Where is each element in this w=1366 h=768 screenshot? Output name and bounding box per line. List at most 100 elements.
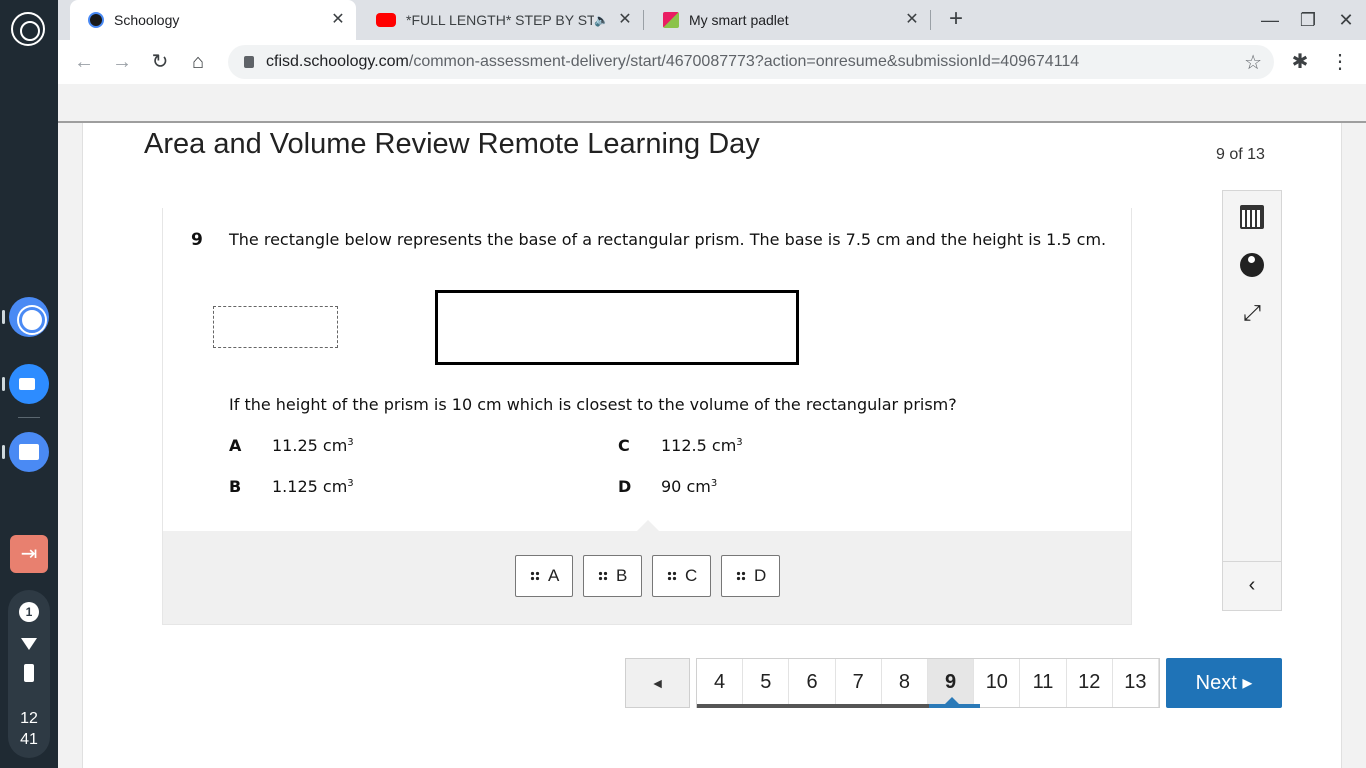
- page-button-11[interactable]: 11: [1020, 659, 1067, 707]
- visited-progress-bar: [697, 704, 929, 708]
- close-tab-icon[interactable]: ✕: [615, 10, 635, 30]
- drag-handle-icon: [598, 571, 608, 581]
- tab-title: Schoology: [114, 12, 180, 28]
- option-value: 11.25 cm: [272, 436, 348, 455]
- schoology-icon: [88, 12, 104, 28]
- sidebar-divider: [1223, 561, 1281, 562]
- previous-question-button[interactable]: ◄: [625, 658, 690, 708]
- launcher-icon[interactable]: [11, 12, 45, 46]
- tab-schoology[interactable]: Schoology ✕: [70, 0, 356, 40]
- bookmark-star-icon[interactable]: ☆: [1244, 50, 1262, 75]
- drag-chip-b[interactable]: B: [583, 555, 642, 597]
- tab-title: My smart padlet: [689, 12, 789, 28]
- address-bar[interactable]: cfisd.schoology.com/common-assessment-de…: [228, 45, 1274, 79]
- tab-title: *FULL LENGTH* STEP BY ST: [406, 12, 595, 28]
- tab-padlet[interactable]: My smart padlet ✕: [645, 0, 930, 40]
- os-shelf: ⇥ 1 12 41: [0, 0, 58, 768]
- clock-minute: 41: [20, 731, 38, 748]
- page-button-6[interactable]: 6: [789, 659, 836, 707]
- clock: 12 41: [8, 708, 50, 750]
- wifi-icon: [21, 638, 37, 650]
- page-viewport: Area and Volume Review Remote Learning D…: [58, 84, 1366, 768]
- page-button-5[interactable]: 5: [743, 659, 790, 707]
- accessibility-icon[interactable]: [1240, 253, 1264, 277]
- padlet-icon: [663, 12, 679, 28]
- minimize-icon[interactable]: —: [1258, 8, 1282, 32]
- chip-label: B: [616, 566, 628, 585]
- files-app-icon[interactable]: [9, 432, 49, 472]
- question-progress: 9 of 13: [1216, 146, 1265, 163]
- extensions-icon[interactable]: ✱: [1286, 48, 1314, 76]
- drag-choice-tray: A B C D: [163, 520, 1131, 624]
- status-tray[interactable]: 1 12 41: [8, 590, 50, 758]
- lock-icon[interactable]: [244, 56, 254, 68]
- audio-playing-icon[interactable]: 🔈: [594, 13, 609, 27]
- tab-separator: [643, 10, 644, 30]
- page-button-8[interactable]: 8: [882, 659, 929, 707]
- drag-handle-icon: [667, 571, 677, 581]
- current-page-pointer: [945, 697, 960, 704]
- browser-menu-icon[interactable]: ⋮: [1326, 48, 1354, 76]
- chip-label: A: [548, 566, 560, 585]
- tab-strip: Schoology ✕ *FULL LENGTH* STEP BY ST 🔈 ✕…: [58, 0, 1366, 40]
- new-tab-button[interactable]: +: [944, 7, 968, 32]
- shelf-divider: [18, 417, 40, 418]
- question-number: 9: [191, 230, 203, 250]
- question-stem: The rectangle below represents the base …: [229, 230, 1107, 249]
- chip-label: D: [754, 566, 767, 585]
- option-letter: A: [229, 436, 242, 455]
- unit-exponent: 3: [347, 437, 354, 448]
- battery-icon: [24, 664, 34, 682]
- drag-chip-a[interactable]: A: [515, 555, 573, 597]
- question-card: 9 The rectangle below represents the bas…: [162, 208, 1132, 625]
- tray-pointer: [637, 520, 659, 531]
- reload-icon[interactable]: ↻: [146, 48, 174, 76]
- assessment-title: Area and Volume Review Remote Learning D…: [144, 128, 760, 160]
- page-button-13[interactable]: 13: [1113, 659, 1160, 707]
- clock-hour: 12: [20, 710, 38, 727]
- running-indicator: [2, 377, 5, 391]
- option-letter: D: [618, 477, 632, 496]
- youtube-icon: [376, 13, 396, 27]
- calculator-icon[interactable]: [1240, 205, 1264, 229]
- drag-chip-d[interactable]: D: [721, 555, 780, 597]
- option-value: 112.5 cm: [661, 436, 737, 455]
- tools-sidebar: ⤢ ‹: [1222, 190, 1282, 611]
- prism-base-rectangle: [435, 290, 799, 365]
- answer-drop-zone[interactable]: [213, 306, 338, 348]
- close-tab-icon[interactable]: ✕: [902, 10, 922, 30]
- assessment-panel: Area and Volume Review Remote Learning D…: [82, 123, 1342, 768]
- unit-exponent: 3: [736, 437, 743, 448]
- restore-icon[interactable]: ❐: [1296, 8, 1320, 32]
- url-text[interactable]: cfisd.schoology.com/common-assessment-de…: [266, 53, 1079, 71]
- option-letter: C: [618, 436, 630, 455]
- close-tab-icon[interactable]: ✕: [328, 10, 348, 30]
- page-button-12[interactable]: 12: [1067, 659, 1113, 707]
- option-value: 1.125 cm: [272, 477, 348, 496]
- back-icon[interactable]: ←: [70, 48, 98, 76]
- url-path: /common-assessment-delivery/start/467008…: [408, 53, 1080, 70]
- collapse-sidebar-icon[interactable]: ‹: [1240, 573, 1264, 597]
- close-window-icon[interactable]: ✕: [1334, 8, 1358, 32]
- option-value: 90 cm: [661, 477, 711, 496]
- zoom-app-icon[interactable]: [9, 364, 49, 404]
- page-button-10[interactable]: 10: [974, 659, 1021, 707]
- drag-chip-c[interactable]: C: [652, 555, 711, 597]
- notification-badge: 1: [19, 602, 39, 622]
- page-button-4[interactable]: 4: [697, 659, 744, 707]
- next-button[interactable]: Next ▸: [1166, 658, 1282, 708]
- unit-exponent: 3: [710, 478, 718, 489]
- home-icon[interactable]: ⌂: [184, 48, 212, 76]
- chrome-app-icon[interactable]: [9, 297, 49, 337]
- exit-icon[interactable]: ⇥: [10, 535, 48, 573]
- option-letter: B: [229, 477, 242, 496]
- forward-icon[interactable]: →: [108, 48, 136, 76]
- current-progress-bar: [929, 704, 981, 708]
- page-button-7[interactable]: 7: [836, 659, 882, 707]
- drag-handle-icon: [530, 571, 540, 581]
- tab-separator: [930, 10, 931, 30]
- fullscreen-icon[interactable]: ⤢: [1240, 301, 1264, 325]
- running-indicator: [2, 445, 5, 459]
- tab-youtube[interactable]: *FULL LENGTH* STEP BY ST 🔈 ✕: [358, 0, 643, 40]
- url-host: cfisd.schoology.com: [266, 53, 409, 70]
